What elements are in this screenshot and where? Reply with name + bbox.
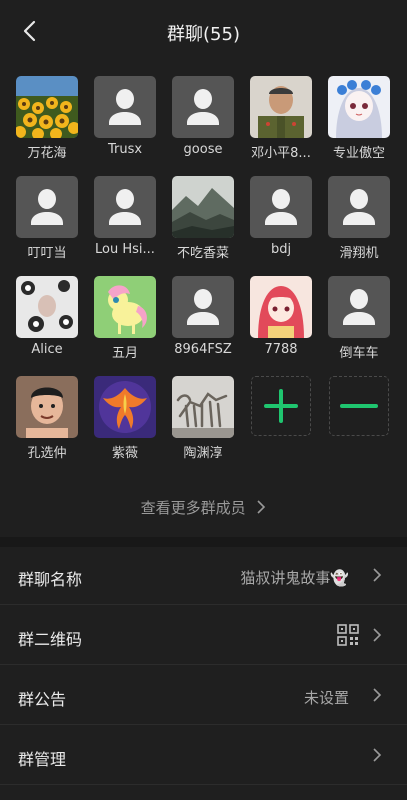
view-more-members-link[interactable]: 查看更多群成员 bbox=[0, 497, 407, 518]
avatar bbox=[172, 176, 234, 238]
member-name: 叮叮当 bbox=[27, 246, 67, 261]
member-name: 五月 bbox=[111, 346, 138, 361]
header-bar: 群聊(55) bbox=[0, 0, 407, 62]
section-divider bbox=[0, 537, 407, 547]
member-name: 7788 bbox=[264, 342, 298, 357]
avatar bbox=[328, 76, 390, 138]
member-item[interactable]: 邓小平8... bbox=[242, 76, 320, 161]
member-item[interactable]: 五月 bbox=[86, 276, 164, 361]
row-label: 群公告 bbox=[18, 690, 67, 709]
member-item[interactable]: 不吃香菜 bbox=[164, 176, 242, 261]
group-name-row[interactable]: 群聊名称 猫叔讲鬼故事👻 bbox=[0, 547, 407, 605]
default-avatar-icon bbox=[250, 176, 312, 238]
row-divider bbox=[0, 724, 407, 725]
member-name: Lou Hsi... bbox=[95, 242, 155, 257]
chevron-right-icon bbox=[373, 568, 382, 582]
group-announcement-row[interactable]: 群公告 未设置 bbox=[0, 667, 407, 725]
avatar bbox=[16, 76, 78, 138]
row-label: 群管理 bbox=[18, 750, 67, 769]
row-divider bbox=[0, 604, 407, 605]
member-item[interactable]: 滑翔机 bbox=[320, 176, 398, 261]
member-name: Alice bbox=[31, 342, 63, 357]
avatar bbox=[94, 376, 156, 438]
default-avatar-icon bbox=[16, 176, 78, 238]
member-item[interactable]: 孔选仲 bbox=[8, 376, 86, 461]
member-name: 8964FSZ bbox=[174, 342, 232, 357]
row-label: 群二维码 bbox=[18, 630, 83, 649]
default-avatar-icon bbox=[328, 176, 390, 238]
chevron-right-icon bbox=[373, 628, 382, 642]
group-qrcode-row[interactable]: 群二维码 bbox=[0, 607, 407, 665]
member-name: 陶渊淳 bbox=[183, 446, 223, 461]
avatar bbox=[250, 276, 312, 338]
row-divider bbox=[0, 784, 407, 785]
member-name: 倒车车 bbox=[339, 346, 379, 361]
member-name: 邓小平8... bbox=[251, 146, 311, 161]
default-avatar-icon bbox=[172, 276, 234, 338]
member-name: 滑翔机 bbox=[339, 246, 379, 261]
member-item[interactable]: Trusx bbox=[86, 76, 164, 157]
member-item[interactable]: Lou Hsi... bbox=[86, 176, 164, 257]
member-name: 万花海 bbox=[27, 146, 67, 161]
member-item[interactable]: goose bbox=[164, 76, 242, 157]
member-item[interactable]: Alice bbox=[8, 276, 86, 357]
more-link-label: 查看更多群成员 bbox=[140, 499, 246, 517]
row-label: 群聊名称 bbox=[18, 570, 83, 589]
default-avatar-icon bbox=[328, 276, 390, 338]
member-name: 紫薇 bbox=[111, 446, 138, 461]
member-name: goose bbox=[183, 142, 223, 157]
member-item[interactable]: 紫薇 bbox=[86, 376, 164, 461]
member-item[interactable]: 万花海 bbox=[8, 76, 86, 161]
row-divider bbox=[0, 664, 407, 665]
default-avatar-icon bbox=[94, 76, 156, 138]
minus-icon bbox=[340, 404, 378, 408]
row-value: 未设置 bbox=[303, 689, 349, 707]
page-title: 群聊(55) bbox=[167, 24, 240, 45]
chevron-right-icon bbox=[373, 688, 382, 702]
member-item[interactable]: 专业傲空 bbox=[320, 76, 398, 161]
member-item[interactable]: 7788 bbox=[242, 276, 320, 357]
plus-icon bbox=[264, 389, 298, 423]
member-item[interactable]: 8964FSZ bbox=[164, 276, 242, 357]
remove-member-button[interactable] bbox=[320, 376, 398, 436]
avatar bbox=[94, 276, 156, 338]
member-name: 专业傲空 bbox=[332, 146, 385, 161]
default-avatar-icon bbox=[172, 76, 234, 138]
qr-code-icon bbox=[337, 624, 359, 646]
member-name: 孔选仲 bbox=[27, 446, 67, 461]
avatar bbox=[16, 276, 78, 338]
member-name: Trusx bbox=[107, 142, 143, 157]
member-item[interactable]: 叮叮当 bbox=[8, 176, 86, 261]
avatar bbox=[250, 76, 312, 138]
avatar bbox=[16, 376, 78, 438]
chevron-right-icon bbox=[257, 500, 266, 514]
row-value: 猫叔讲鬼故事👻 bbox=[240, 569, 349, 587]
member-name: 不吃香菜 bbox=[176, 246, 229, 261]
add-member-button[interactable] bbox=[242, 376, 320, 436]
member-item[interactable]: bdj bbox=[242, 176, 320, 257]
group-management-row[interactable]: 群管理 bbox=[0, 727, 407, 785]
member-item[interactable]: 倒车车 bbox=[320, 276, 398, 361]
member-item[interactable]: 陶渊淳 bbox=[164, 376, 242, 461]
chevron-right-icon bbox=[373, 748, 382, 762]
member-name: bdj bbox=[270, 242, 292, 257]
default-avatar-icon bbox=[94, 176, 156, 238]
avatar bbox=[172, 376, 234, 438]
